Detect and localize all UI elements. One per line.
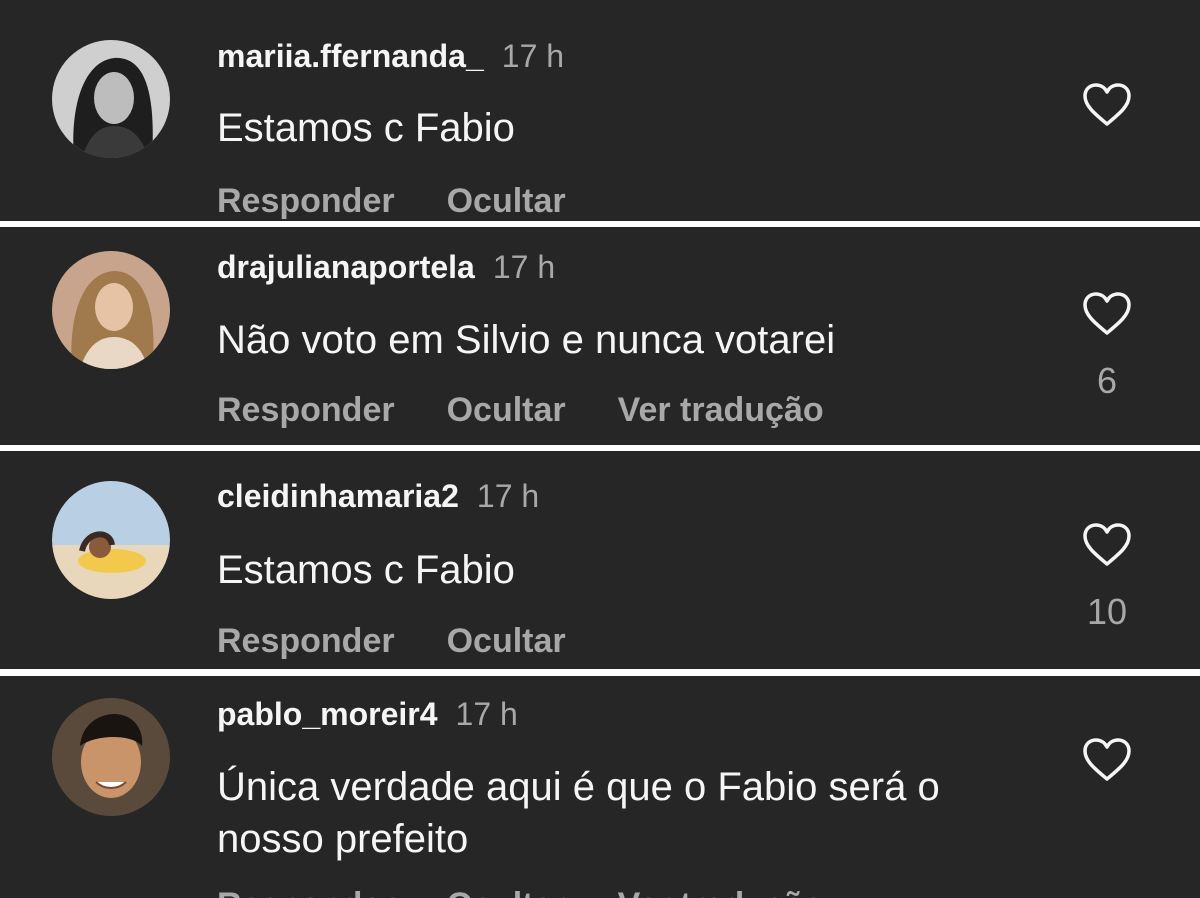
hide-button[interactable]: Ocultar [447,182,566,220]
username[interactable]: pablo_moreir4 [217,696,438,732]
timestamp: 17 h [476,478,540,514]
comment-text: Não voto em Silvio e nunca votarei [217,318,836,362]
comment-meta: cleidinhamaria2 17 h [217,476,539,516]
avatar[interactable] [52,698,170,816]
reply-button[interactable]: Responder [217,182,395,220]
see-translation-button[interactable]: Ver tradução [618,391,824,429]
see-translation-button[interactable]: Ver tradução [618,886,824,898]
comment-meta: pablo_moreir4 17 h [217,694,518,734]
hide-button[interactable]: Ocultar [447,391,566,429]
like-control: 6 [1080,291,1134,401]
username[interactable]: cleidinhamaria2 [217,478,459,514]
comment-actions: Responder Ocultar Ver tradução [217,389,876,431]
comment-text: Estamos c Fabio [217,106,515,150]
heart-outline-icon[interactable] [1081,737,1133,783]
like-control [1080,737,1134,783]
reply-button[interactable]: Responder [217,622,395,660]
comment-item: drajulianaportela 17 h Não voto em Silvio… [0,227,1200,445]
comment-item: cleidinhamaria2 17 h Estamos c Fabio Resp… [0,451,1200,669]
comment-actions: Responder Ocultar Ver tradução [217,884,876,898]
comment-text: Única verdade aqui é que o Fabio será o … [217,765,940,861]
comments-list: mariia.ffernanda_ 17 h Estamos c Fabio Re… [0,0,1200,898]
username[interactable]: drajulianaportela [217,249,475,285]
avatar[interactable] [52,481,170,599]
reply-button[interactable]: Responder [217,391,395,429]
timestamp: 17 h [455,696,518,732]
like-count: 10 [1086,591,1128,632]
timestamp: 17 h [492,249,556,285]
comment-item: pablo_moreir4 17 h Única verdade aqui é q… [0,676,1200,898]
comment-meta: mariia.ffernanda_ 17 h [217,36,564,76]
username[interactable]: mariia.ffernanda_ [217,38,484,74]
like-control: 10 [1080,522,1134,632]
heart-outline-icon[interactable] [1081,82,1133,128]
avatar[interactable] [52,40,170,158]
comment-meta: drajulianaportela 17 h [217,247,555,287]
avatar[interactable] [52,251,170,369]
like-count: 6 [1096,360,1118,401]
heart-outline-icon[interactable] [1081,522,1133,568]
heart-outline-icon[interactable] [1081,291,1133,337]
like-control [1080,82,1134,128]
comment-item: mariia.ffernanda_ 17 h Estamos c Fabio Re… [0,0,1200,221]
timestamp: 17 h [501,38,565,74]
comment-actions: Responder Ocultar [217,620,618,662]
comment-text: Estamos c Fabio [217,548,515,592]
comment-actions: Responder Ocultar [217,180,618,221]
reply-button[interactable]: Responder [217,886,395,898]
hide-button[interactable]: Ocultar [447,886,566,898]
hide-button[interactable]: Ocultar [447,622,566,660]
